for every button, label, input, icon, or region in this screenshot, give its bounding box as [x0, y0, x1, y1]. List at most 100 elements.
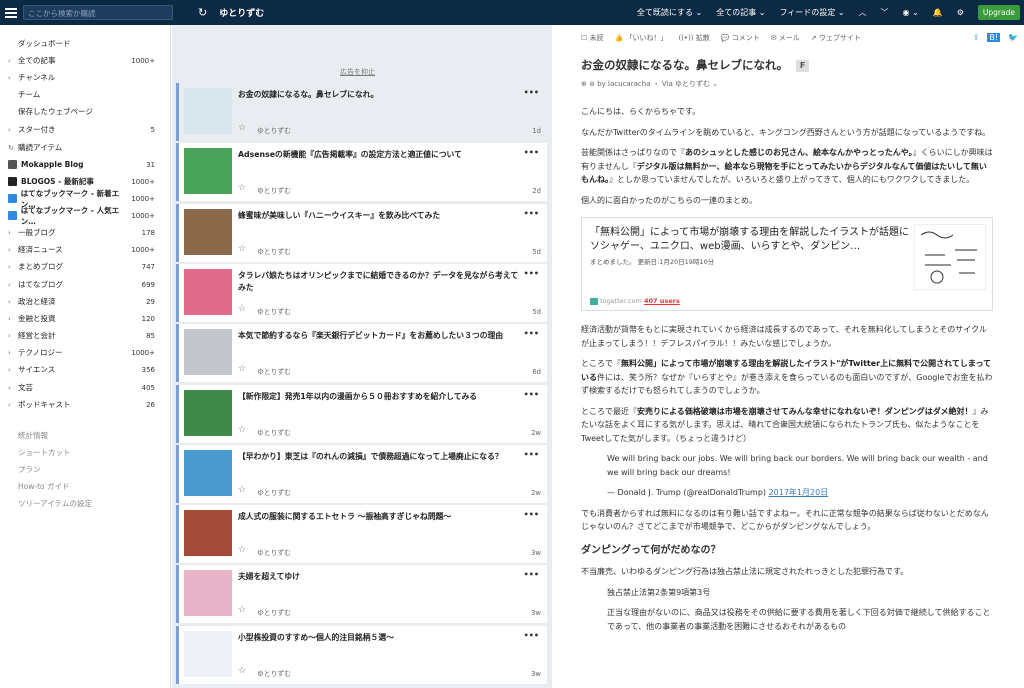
- sidebar-folder[interactable]: › 一般ブログ 178: [0, 224, 171, 241]
- website-button[interactable]: ↗ ウェブサイト: [811, 33, 861, 43]
- article-card-title[interactable]: 本気で節約するなら『楽天銀行デビットカード』をお薦めしたい３つの理由: [238, 330, 524, 342]
- article-card[interactable]: 【早わかり】東芝は『のれんの減損』で債務超過になって上場廃止になる？ ••• ☆ ゆと…: [176, 444, 547, 503]
- sidebar-folder[interactable]: › 文芸 405: [0, 379, 171, 396]
- article-card[interactable]: Adsenseの新機能『広告掲載率』の設定方法と適正値について ••• ☆ ゆとりずむ…: [176, 143, 547, 202]
- feed-title: ゆとりずむ: [219, 9, 265, 19]
- article-card-title[interactable]: 夫婦を超えてゆけ: [238, 571, 524, 583]
- star-icon[interactable]: ☆: [238, 545, 246, 555]
- email-button[interactable]: ✉ メール: [771, 33, 800, 43]
- suppress-ads-link[interactable]: 広告を抑止: [340, 67, 375, 77]
- article-thumbnail: [184, 268, 232, 315]
- article-card-title[interactable]: 小型株投資のすすめ〜個人的注目銘柄５選〜: [238, 632, 524, 644]
- article-card[interactable]: タラレバ娘たちはオリンピックまでに結婚できるのか？データを見ながら考えてみた ••…: [176, 263, 547, 322]
- sidebar-folder[interactable]: › ポッドキャスト 26: [0, 396, 171, 413]
- article-card-title[interactable]: Adsenseの新機能『広告掲載率』の設定方法と適正値について: [238, 149, 524, 161]
- more-options-icon[interactable]: •••: [524, 390, 539, 399]
- sidebar-folder[interactable]: › 政治と経済 29: [0, 293, 171, 310]
- feed-settings-dropdown[interactable]: フィードの設定 ⌄: [779, 7, 844, 18]
- article-card[interactable]: 小型株投資のすすめ〜個人的注目銘柄５選〜 ••• ☆ ゆとりずむ 3w: [176, 625, 547, 684]
- article-card-title[interactable]: お金の奴隷になるな。鼻セレブになれ。: [238, 89, 524, 101]
- sidebar-folder[interactable]: › はてなブログ 699: [0, 276, 171, 293]
- refresh-icon[interactable]: ↻: [8, 144, 18, 152]
- unread-button[interactable]: ☐ 未読: [581, 33, 604, 43]
- search-input[interactable]: ここから検索か購読: [23, 5, 173, 20]
- article-card[interactable]: 本気で節約するなら『楽天銀行デビットカード』をお薦めしたい３つの理由 ••• ☆ ゆと…: [176, 324, 547, 383]
- article-card[interactable]: 【新作限定】発売1年以内の漫画から５０冊おすすめを紹介してみる ••• ☆ ゆとりずむ…: [176, 384, 547, 443]
- more-options-icon[interactable]: •••: [524, 329, 539, 338]
- twitter-icon[interactable]: 🐦: [1008, 33, 1018, 42]
- article-card-title[interactable]: 【早わかり】東芝は『のれんの減損』で債務超過になって上場廃止になる？: [238, 451, 524, 463]
- article-card[interactable]: お金の奴隷になるな。鼻セレブになれ。 ••• ☆ ゆとりずむ 1d: [176, 83, 547, 141]
- sidebar-item-team[interactable]: チーム: [0, 86, 171, 103]
- eye-icon[interactable]: ◉ ⌄: [903, 8, 919, 17]
- sidebar-link-tree-settings[interactable]: ツリーアイテムの設定: [0, 495, 171, 512]
- star-icon[interactable]: ☆: [238, 605, 246, 615]
- more-options-icon[interactable]: •••: [524, 269, 539, 278]
- article-card[interactable]: 夫婦を超えてゆけ ••• ☆ ゆとりずむ 3w: [176, 565, 547, 624]
- more-options-icon[interactable]: •••: [524, 450, 539, 459]
- mark-all-read-button[interactable]: 全て既読にする ⌄: [637, 7, 702, 18]
- article-card-title[interactable]: 蜂蜜味が美味しい『ハニーウイスキー』を飲み比べてみた: [238, 210, 524, 222]
- togetter-embed[interactable]: 「無料公開」によって市場が崩壊する理由を解説したイラストが話題に ソシャゲー、ユ…: [581, 217, 993, 311]
- article-card[interactable]: 成人式の服装に関するエトセトラ 〜振袖高すぎじゃね問題〜 ••• ☆ ゆとりずむ 3w: [176, 505, 547, 564]
- bell-icon[interactable]: 🔔: [933, 8, 943, 17]
- star-icon[interactable]: ☆: [238, 666, 246, 676]
- star-icon[interactable]: ☆: [238, 123, 246, 133]
- article-age: 1d: [532, 127, 541, 135]
- sidebar-item-starred[interactable]: › スター付き 5: [0, 121, 171, 138]
- sidebar-item-channels[interactable]: › チャンネル: [0, 69, 171, 86]
- share-button[interactable]: ((•)) 拡散: [678, 33, 709, 43]
- sidebar-link-shortcuts[interactable]: ショートカット: [0, 444, 171, 461]
- star-icon[interactable]: ☆: [238, 244, 246, 254]
- star-icon[interactable]: ☆: [238, 183, 246, 193]
- sidebar-folder[interactable]: › 金融と投資 120: [0, 310, 171, 327]
- sidebar-folder[interactable]: › まとめブログ 747: [0, 258, 171, 275]
- more-options-icon[interactable]: •••: [524, 510, 539, 519]
- more-options-icon[interactable]: •••: [524, 570, 539, 579]
- star-icon[interactable]: ☆: [238, 304, 246, 314]
- article-card-title[interactable]: 【新作限定】発売1年以内の漫画から５０冊おすすめを紹介してみる: [238, 391, 524, 403]
- more-options-icon[interactable]: •••: [524, 88, 539, 97]
- like-button[interactable]: 👍 「いいね！」: [615, 33, 668, 43]
- tweet-date-link[interactable]: 2017年1月20日: [769, 488, 829, 497]
- article-title[interactable]: お金の奴隷になるな。鼻セレブになれ。 F: [581, 57, 810, 73]
- share-icon[interactable]: ⇪: [973, 33, 980, 42]
- sidebar-folder[interactable]: › 経済ニュース 1000+: [0, 241, 171, 258]
- chevron-down-icon[interactable]: ﹀: [881, 7, 889, 18]
- sidebar-item-dashboard[interactable]: ダッシュボード: [0, 35, 171, 52]
- refresh-icon[interactable]: ↻: [198, 6, 207, 19]
- menu-icon[interactable]: [5, 7, 17, 18]
- sidebar-subscriptions-header[interactable]: ↻ 購読アイテム: [0, 139, 171, 156]
- article-card-title[interactable]: 成人式の服装に関するエトセトラ 〜振袖高すぎじゃね問題〜: [238, 511, 524, 523]
- sidebar-folder[interactable]: › テクノロジー 1000+: [0, 344, 171, 361]
- sidebar-item-all-articles[interactable]: › 全ての記事 1000+: [0, 52, 171, 69]
- gear-icon[interactable]: ⚙: [957, 8, 964, 17]
- star-icon[interactable]: ☆: [238, 364, 246, 374]
- article-thumbnail: [184, 510, 232, 557]
- sidebar-folder[interactable]: › サイエンス 356: [0, 361, 171, 378]
- sidebar-item-saved-pages[interactable]: 保存したウェブページ: [0, 103, 171, 120]
- sidebar: ダッシュボード › 全ての記事 1000+ › チャンネル チーム 保存したウェブペー…: [0, 25, 171, 688]
- hatena-share-icon[interactable]: B!: [987, 33, 1001, 42]
- sidebar-folder[interactable]: › 経営と会計 85: [0, 327, 171, 344]
- article-source: ゆとりずむ: [257, 549, 291, 558]
- sidebar-feed[interactable]: Mokapple Blog 31: [0, 156, 171, 173]
- sidebar-feed[interactable]: はてなブックマーク - 人気エン… 1000+: [0, 206, 171, 226]
- hatena-icon: [8, 211, 17, 220]
- star-icon[interactable]: ☆: [238, 485, 246, 495]
- chevron-up-icon[interactable]: ︿: [859, 7, 867, 18]
- article-thumbnail: [184, 449, 232, 496]
- article-thumbnail: [184, 208, 232, 255]
- sidebar-link-plan[interactable]: プラン: [0, 461, 171, 478]
- sidebar-link-stats[interactable]: 統計情報: [0, 427, 171, 444]
- comment-button[interactable]: 💬 コメント: [721, 33, 760, 43]
- all-articles-dropdown[interactable]: 全ての記事 ⌄: [716, 7, 765, 18]
- article-card-title[interactable]: タラレバ娘たちはオリンピックまでに結婚できるのか？データを見ながら考えてみた: [238, 270, 524, 294]
- more-options-icon[interactable]: •••: [524, 631, 539, 640]
- more-options-icon[interactable]: •••: [524, 148, 539, 157]
- sidebar-link-howto[interactable]: How-to ガイド: [0, 478, 171, 495]
- star-icon[interactable]: ☆: [238, 425, 246, 435]
- more-options-icon[interactable]: •••: [524, 209, 539, 218]
- upgrade-button[interactable]: Upgrade: [977, 5, 1020, 20]
- article-card[interactable]: 蜂蜜味が美味しい『ハニーウイスキー』を飲み比べてみた ••• ☆ ゆとりずむ 5d: [176, 203, 547, 262]
